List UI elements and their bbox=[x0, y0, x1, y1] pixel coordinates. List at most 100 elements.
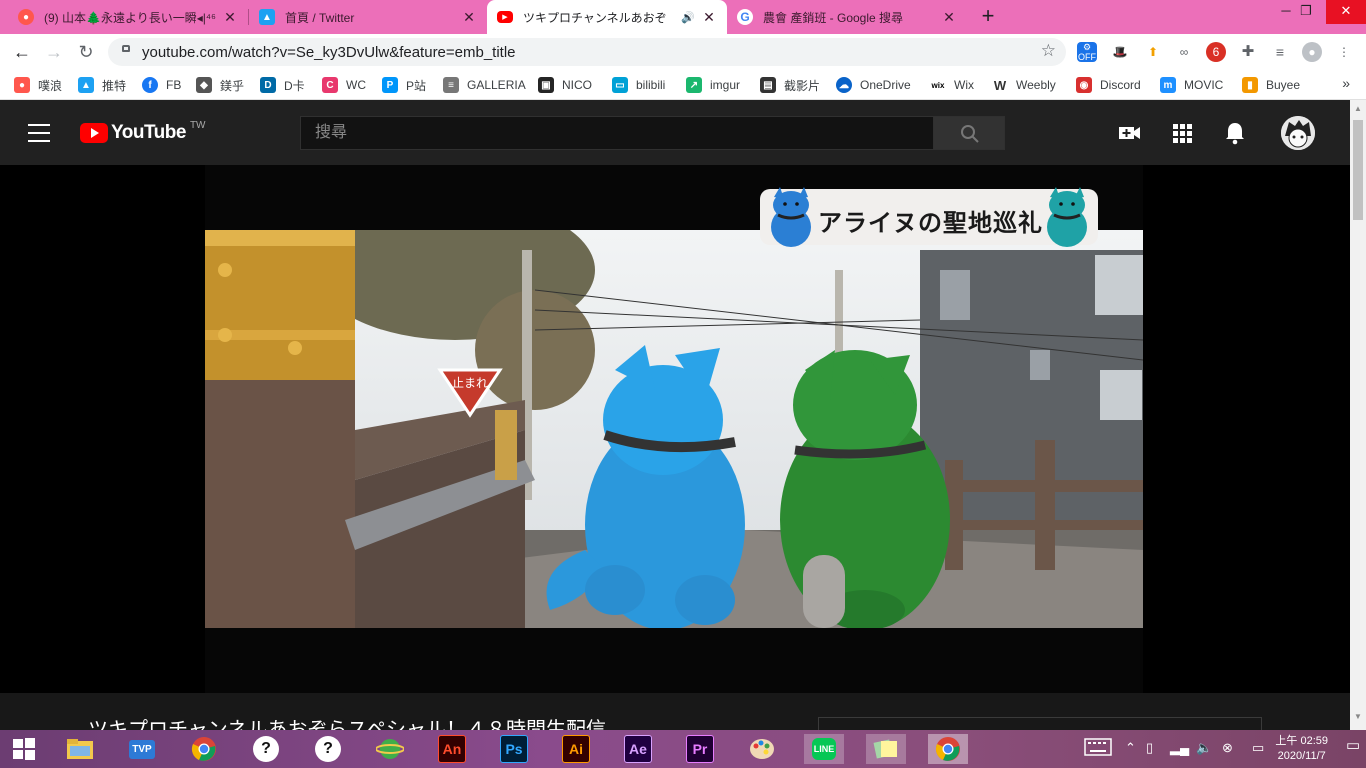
bookmark-plurk[interactable]: ● 噗浪 bbox=[14, 76, 62, 94]
tab-close-icon[interactable]: ✕ bbox=[941, 9, 957, 26]
taskbar-premiere[interactable]: Pr bbox=[680, 734, 720, 764]
video-frame[interactable]: 止まれ bbox=[205, 230, 1143, 628]
window-close-button[interactable]: ✕ bbox=[1326, 0, 1366, 24]
bookmark-imgur[interactable]: ↗ imgur bbox=[686, 76, 740, 94]
bookmark-label: 推特 bbox=[102, 78, 127, 93]
bookmark-onedrive[interactable]: ☁ OneDrive bbox=[836, 76, 911, 94]
extension-download-icon[interactable]: ⬆ bbox=[1143, 42, 1163, 62]
tab-close-icon[interactable]: ✕ bbox=[461, 9, 477, 26]
bookmarks-overflow-button[interactable]: » bbox=[1342, 75, 1350, 91]
extension-link-icon[interactable]: ∞ bbox=[1174, 42, 1194, 62]
bookmark-pixiv[interactable]: P P站 bbox=[382, 76, 426, 94]
search-input[interactable] bbox=[300, 116, 934, 150]
bookmark-wc[interactable]: C WC bbox=[322, 76, 366, 94]
video-caption-banner: アライヌの聖地巡礼 bbox=[760, 187, 1098, 247]
bookmark-weebly[interactable]: W Weebly bbox=[992, 76, 1056, 94]
menu-kebab-icon[interactable]: ⋮ bbox=[1334, 42, 1354, 62]
network-signal-icon[interactable]: ▂▄ bbox=[1170, 740, 1189, 756]
bookmark-star-icon[interactable]: ☆ bbox=[1041, 41, 1056, 61]
hamburger-menu-icon[interactable] bbox=[28, 124, 50, 142]
notifications-bell-icon[interactable] bbox=[1222, 120, 1248, 146]
bookmark-dcard[interactable]: D D卡 bbox=[260, 76, 305, 94]
video-player[interactable]: 止まれ アライヌの聖地巡礼 bbox=[205, 165, 1143, 693]
battery-icon[interactable]: ▯ bbox=[1146, 740, 1153, 756]
extension-hat-icon[interactable]: 🎩 bbox=[1110, 42, 1130, 62]
taskbar-clip-studio-1[interactable]: ? bbox=[246, 734, 286, 764]
windows-taskbar: TVP ? ? An Ps Ai Ae Pr LINE ⌃ ▯ ▂▄ 🔈 ⊗ ▭… bbox=[0, 730, 1366, 768]
youtube-logo[interactable]: YouTube TW bbox=[80, 120, 206, 144]
apps-grid-icon[interactable] bbox=[1169, 120, 1195, 146]
taskbar-animate[interactable]: An bbox=[432, 734, 472, 764]
touch-keyboard-icon[interactable] bbox=[1084, 738, 1112, 759]
taskbar-sticky-notes[interactable] bbox=[866, 734, 906, 764]
bookmarks-bar: ● 噗浪 ▲ 推特 f FB ◆ 鎂乎 D D卡 C WC P P站 ≡ GALLERIA ▣ N… bbox=[0, 70, 1366, 100]
taskbar-tvp[interactable]: TVP bbox=[122, 734, 162, 764]
clock-date: 2020/11/7 bbox=[1277, 750, 1326, 762]
bookmark-buyee[interactable]: ▮ Buyee bbox=[1242, 76, 1300, 94]
extension-off-icon[interactable]: ⚙ OFF bbox=[1077, 42, 1097, 62]
search-button[interactable] bbox=[933, 116, 1005, 150]
bookmark-favicon-icon: wix bbox=[930, 77, 946, 93]
bookmark-clip[interactable]: ▤ 截影片 bbox=[760, 76, 820, 94]
bookmark-wix[interactable]: wix Wix bbox=[930, 76, 974, 94]
bookmark-label: MOVIC bbox=[1184, 78, 1224, 92]
media-control-icon[interactable]: ≡ bbox=[1270, 42, 1290, 62]
bookmark-label: imgur bbox=[710, 78, 741, 92]
forward-arrow-icon[interactable]: → bbox=[42, 40, 66, 64]
bookmark-movic[interactable]: m MOVIC bbox=[1160, 76, 1223, 94]
user-avatar[interactable] bbox=[1281, 116, 1315, 150]
extension-adblock-icon[interactable]: 6 bbox=[1206, 42, 1226, 62]
restore-button[interactable]: ❐ bbox=[1286, 0, 1326, 24]
bookmark-twitter[interactable]: ▲ 推特 bbox=[78, 76, 126, 94]
extensions-puzzle-icon[interactable]: ✚ bbox=[1238, 42, 1258, 62]
scroll-down-arrow-icon[interactable]: ▼ bbox=[1354, 712, 1362, 721]
bookmark-galleria[interactable]: ≡ GALLERIA bbox=[443, 76, 526, 94]
scroll-up-arrow-icon[interactable]: ▲ bbox=[1354, 104, 1362, 113]
tray-overflow-chevron-icon[interactable]: ⌃ bbox=[1125, 740, 1136, 756]
taskbar-line[interactable]: LINE bbox=[804, 734, 844, 764]
bookmark-label: NICO bbox=[562, 78, 592, 92]
status-x-icon[interactable]: ⊗ bbox=[1222, 740, 1233, 756]
input-method-icon[interactable]: ▭ bbox=[1252, 740, 1264, 756]
tab-close-icon[interactable]: ✕ bbox=[222, 9, 238, 26]
lock-icon[interactable] bbox=[122, 45, 130, 52]
back-arrow-icon[interactable]: ← bbox=[10, 40, 34, 64]
windows-start-button[interactable] bbox=[4, 734, 44, 764]
page-scrollbar[interactable]: ▲ ▼ bbox=[1350, 100, 1366, 730]
cloud-icon: ☁ bbox=[836, 77, 852, 93]
taskbar-illustrator[interactable]: Ai bbox=[556, 734, 596, 764]
bookmark-zhihu[interactable]: ◆ 鎂乎 bbox=[196, 76, 244, 94]
bookmark-nico[interactable]: ▣ NICO bbox=[538, 76, 592, 94]
taskbar-planet-app[interactable] bbox=[370, 734, 410, 764]
taskbar-photoshop[interactable]: Ps bbox=[494, 734, 534, 764]
bookmark-discord[interactable]: ◉ Discord bbox=[1076, 76, 1141, 94]
address-bar[interactable]: youtube.com/watch?v=Se_ky3DvUlw&feature=… bbox=[108, 38, 1066, 66]
tab-audio-icon[interactable]: 🔊 bbox=[681, 11, 695, 24]
tab-youtube-active[interactable]: ▶ ツキプロチャンネルあおぞ 🔊 ✕ bbox=[487, 0, 727, 34]
bookmark-label: GALLERIA bbox=[467, 78, 526, 92]
scrollbar-thumb[interactable] bbox=[1353, 120, 1363, 220]
taskbar-after-effects[interactable]: Ae bbox=[618, 734, 658, 764]
bookmark-bilibili[interactable]: ▭ bilibili bbox=[612, 76, 665, 94]
notification-center-icon[interactable]: ▭ bbox=[1346, 736, 1360, 754]
url-text[interactable]: youtube.com/watch?v=Se_ky3DvUlw&feature=… bbox=[142, 44, 516, 61]
taskbar-chrome[interactable] bbox=[184, 734, 224, 764]
tab-google-search[interactable]: G 農會 產銷班 - Google 搜尋 ✕ bbox=[727, 0, 967, 34]
stop-sign-text: 止まれ bbox=[452, 376, 488, 390]
taskbar-chrome-active[interactable] bbox=[928, 734, 968, 764]
taskbar-clock[interactable]: 上午 02:59 2020/11/7 bbox=[1275, 734, 1328, 764]
taskbar-clip-studio-2[interactable]: ? bbox=[308, 734, 348, 764]
new-tab-button[interactable]: + bbox=[976, 5, 1000, 29]
reload-icon[interactable]: ↻ bbox=[74, 40, 98, 64]
tab-close-icon[interactable]: ✕ bbox=[701, 9, 717, 26]
tab-plurk[interactable]: ● (9) 山本🌲永遠より長い一瞬◂|⁴⁶ ✕ bbox=[8, 0, 248, 34]
tab-twitter[interactable]: ▲ 首頁 / Twitter ✕ bbox=[249, 0, 487, 34]
profile-icon[interactable]: ● bbox=[1302, 42, 1322, 62]
taskbar-paint[interactable] bbox=[742, 734, 782, 764]
volume-icon[interactable]: 🔈 bbox=[1196, 740, 1212, 756]
tvp-icon: TVP bbox=[129, 739, 155, 759]
bookmark-label: 鎂乎 bbox=[220, 78, 245, 93]
taskbar-file-explorer[interactable] bbox=[60, 734, 100, 764]
create-video-icon[interactable] bbox=[1116, 120, 1142, 146]
bookmark-facebook[interactable]: f FB bbox=[142, 76, 181, 94]
